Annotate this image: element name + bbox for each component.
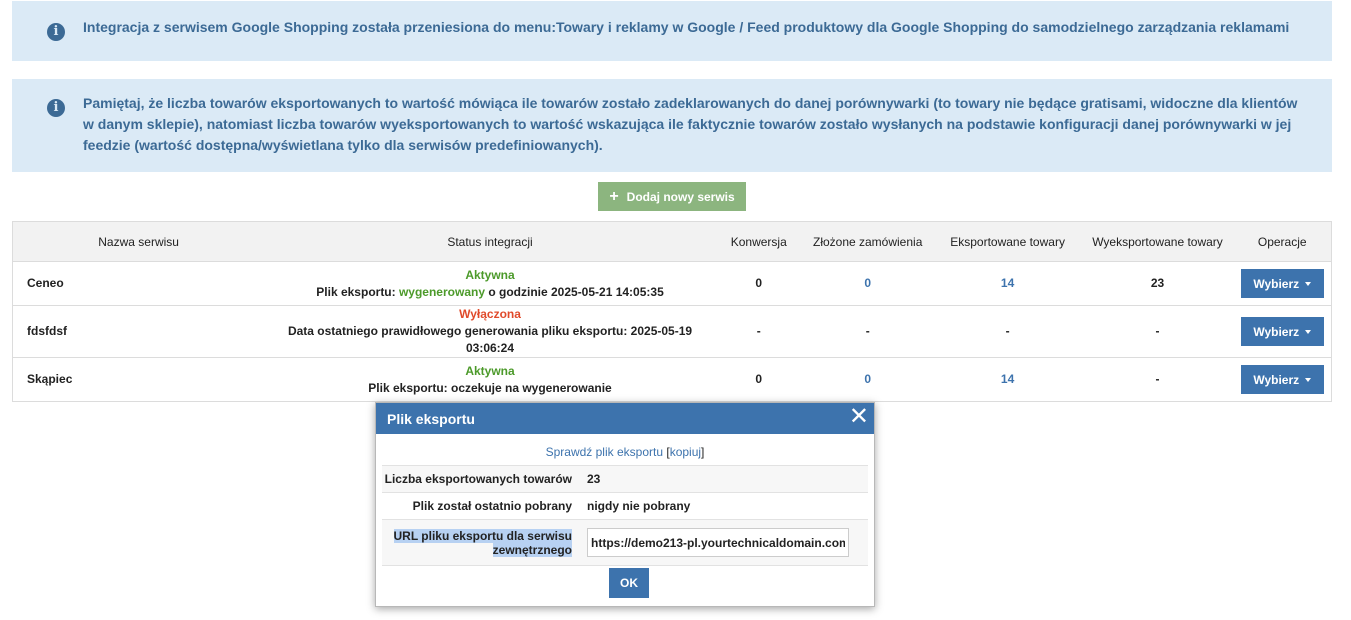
- info-alert-export-counts: i Pamiętaj, że liczba towarów eksportowa…: [12, 79, 1332, 172]
- exported-link[interactable]: 14: [933, 357, 1082, 402]
- plus-icon: +: [609, 187, 619, 205]
- sent-value: -: [1081, 305, 1234, 358]
- detail-value: 23: [580, 465, 868, 493]
- export-details-table: Liczba eksportowanych towarów 23 Plik zo…: [382, 465, 868, 566]
- caret-down-icon: [1305, 377, 1312, 382]
- copy-link[interactable]: kopiuj: [670, 445, 701, 459]
- operations-cell: Wybierz: [1233, 357, 1332, 402]
- service-name: fdsfdsf: [12, 305, 265, 358]
- operations-cell: Wybierz: [1233, 305, 1332, 358]
- sent-value: 23: [1081, 261, 1234, 306]
- header-integration-status: Status integracji: [264, 221, 716, 262]
- status-badge: Aktywna: [465, 363, 515, 378]
- integration-status: Aktywna Plik eksportu: wygenerowany o go…: [264, 261, 716, 306]
- header-operations: Operacje: [1233, 221, 1332, 262]
- exported-link[interactable]: 14: [933, 261, 1082, 306]
- status-detail: Plik eksportu: oczekuje na wygenerowanie: [368, 380, 612, 395]
- header-sent: Wyeksportowane towary: [1081, 221, 1234, 262]
- alert-text: Pamiętaj, że liczba towarów eksportowany…: [83, 95, 1298, 153]
- orders-value: -: [801, 305, 934, 358]
- dialog-links: Sprawdź plik eksportu [kopiuj]: [545, 445, 705, 459]
- detail-label: Liczba eksportowanych towarów: [382, 465, 580, 493]
- orders-link[interactable]: 0: [801, 357, 934, 402]
- header-exported: Eksportowane towary: [933, 221, 1082, 262]
- export-file-dialog: Plik eksportu ✕ Sprawdź plik eksportu [k…: [375, 402, 875, 607]
- detail-value: nigdy nie pobrany: [580, 492, 868, 520]
- service-name: Skąpiec: [12, 357, 265, 402]
- select-dropdown-button[interactable]: Wybierz: [1240, 317, 1324, 346]
- url-label: URL pliku eksportu dla serwisu zewnętrzn…: [382, 519, 580, 566]
- conversion-value: 0: [715, 261, 802, 306]
- integration-status: Wyłączona Data ostatniego prawidłowego g…: [264, 305, 716, 358]
- detail-label: Plik został ostatnio pobrany: [382, 492, 580, 520]
- exported-value: -: [933, 305, 1082, 358]
- table-row: fdsfdsf Wyłączona Data ostatniego prawid…: [12, 305, 1332, 358]
- info-icon: i: [47, 23, 65, 41]
- status-detail: Data ostatniego prawidłowego generowania…: [287, 324, 693, 355]
- orders-link[interactable]: 0: [801, 261, 934, 306]
- google-shopping-link[interactable]: Towary i reklamy w Google / Feed produkt…: [556, 19, 1289, 35]
- status-badge: Aktywna: [465, 267, 515, 282]
- table-row: Skąpiec Aktywna Plik eksportu: oczekuje …: [12, 357, 1332, 402]
- conversion-value: 0: [715, 357, 802, 402]
- select-dropdown-button[interactable]: Wybierz: [1240, 269, 1324, 298]
- export-url-input[interactable]: [587, 528, 849, 557]
- select-dropdown-button[interactable]: Wybierz: [1240, 365, 1324, 394]
- conversion-value: -: [715, 305, 802, 358]
- integration-status: Aktywna Plik eksportu: oczekuje na wygen…: [264, 357, 716, 402]
- close-icon[interactable]: ✕: [849, 403, 869, 431]
- detail-row: URL pliku eksportu dla serwisu zewnętrzn…: [382, 519, 868, 566]
- header-service-name: Nazwa serwisu: [12, 221, 265, 262]
- add-new-service-label: Dodaj nowy serwis: [626, 189, 735, 204]
- ok-button[interactable]: OK: [609, 568, 649, 598]
- header-orders: Złożone zamówienia: [801, 221, 934, 262]
- dialog-header: Plik eksportu ✕: [376, 403, 874, 434]
- detail-row: Plik został ostatnio pobrany nigdy nie p…: [382, 492, 868, 520]
- services-table: Nazwa serwisu Status integracji Konwersj…: [12, 221, 1332, 402]
- status-detail: Plik eksportu: wygenerowany o godzinie 2…: [316, 284, 664, 299]
- dialog-title: Plik eksportu: [387, 411, 475, 427]
- caret-down-icon: [1305, 281, 1312, 286]
- header-conversion: Konwersja: [715, 221, 802, 262]
- info-icon: i: [47, 99, 65, 117]
- operations-cell: Wybierz: [1233, 261, 1332, 306]
- status-badge: Wyłączona: [459, 307, 521, 321]
- caret-down-icon: [1305, 329, 1312, 334]
- check-export-file-link[interactable]: Sprawdź plik eksportu: [546, 445, 663, 459]
- sent-value: -: [1081, 357, 1234, 402]
- detail-row: Liczba eksportowanych towarów 23: [382, 465, 868, 493]
- add-new-service-button[interactable]: + Dodaj nowy serwis: [598, 182, 746, 211]
- table-row: Ceneo Aktywna Plik eksportu: wygenerowan…: [12, 261, 1332, 306]
- table-header-row: Nazwa serwisu Status integracji Konwersj…: [12, 221, 1332, 262]
- service-name: Ceneo: [12, 261, 265, 306]
- alert-text: Integracja z serwisem Google Shopping zo…: [83, 19, 1290, 35]
- info-alert-google-shopping: i Integracja z serwisem Google Shopping …: [12, 1, 1332, 61]
